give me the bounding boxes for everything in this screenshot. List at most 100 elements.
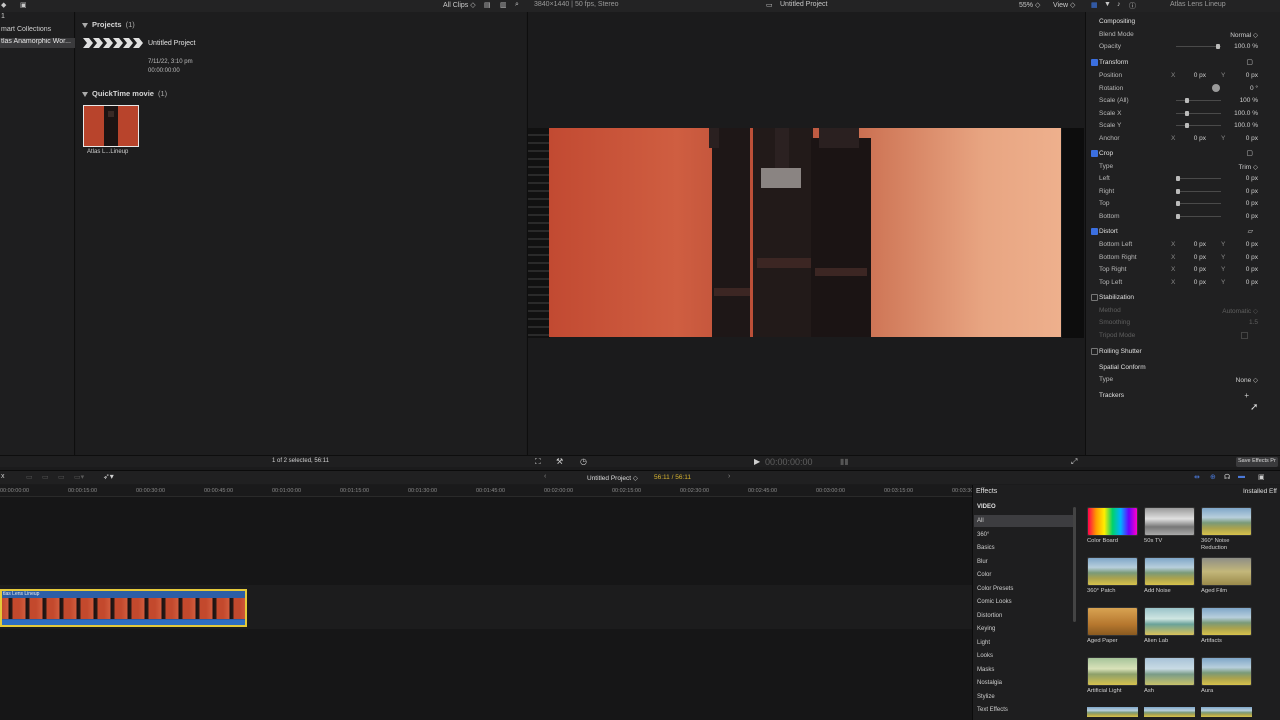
clips-filter-menu[interactable]: All Clips ◇ bbox=[443, 1, 476, 9]
transform-tool-icon[interactable]: ⚒ bbox=[556, 457, 563, 466]
spatial-conform-header[interactable]: Spatial Conform bbox=[1099, 364, 1146, 371]
scale-all-slider[interactable] bbox=[1176, 98, 1221, 103]
effect-thumbnail-partial[interactable] bbox=[1087, 707, 1138, 717]
disclosure-triangle-icon[interactable] bbox=[82, 22, 88, 28]
effects-category-item[interactable]: Basics bbox=[974, 542, 1074, 554]
crop-right-value[interactable]: 0 px bbox=[1246, 188, 1258, 195]
color-inspector-icon[interactable]: ▼ bbox=[1104, 1, 1111, 8]
effect-thumbnail[interactable] bbox=[1087, 657, 1138, 686]
clip-thumbnail[interactable] bbox=[83, 105, 139, 147]
smoothing-value[interactable]: 1.5 bbox=[1249, 319, 1258, 326]
effects-category-item[interactable]: Distortion bbox=[974, 610, 1074, 622]
effects-scrollbar[interactable] bbox=[1073, 507, 1076, 622]
select-tool-icon[interactable]: ➶▾ bbox=[103, 472, 114, 481]
effect-item[interactable]: Aged Film bbox=[1201, 557, 1256, 595]
bottom-right-y[interactable]: 0 px bbox=[1246, 254, 1258, 261]
stabilization-header[interactable]: Stabilization bbox=[1099, 294, 1134, 301]
effect-item[interactable]: Color Board bbox=[1087, 507, 1142, 545]
timeline-index-button[interactable]: x bbox=[1, 473, 5, 480]
effect-thumbnail[interactable] bbox=[1144, 557, 1195, 586]
effect-item[interactable]: Artifacts bbox=[1201, 607, 1256, 645]
effects-category-item[interactable]: Keying bbox=[974, 623, 1074, 635]
overwrite-icon[interactable]: ▭▾ bbox=[74, 473, 84, 481]
crop-bottom-value[interactable]: 0 px bbox=[1246, 213, 1258, 220]
effect-thumbnail[interactable] bbox=[1087, 557, 1138, 586]
project-name[interactable]: Untitled Project bbox=[148, 40, 195, 47]
timeline-clip[interactable]: tlas Lens Lineup bbox=[0, 589, 247, 627]
distort-header[interactable]: Distort bbox=[1099, 228, 1118, 235]
crop-header[interactable]: Crop bbox=[1099, 150, 1113, 157]
disclosure-triangle-icon[interactable] bbox=[82, 91, 88, 97]
effect-thumbnail-partial[interactable] bbox=[1144, 707, 1195, 717]
back-arrow-icon[interactable]: ‹ bbox=[544, 473, 546, 480]
distort-onscreen-icon[interactable]: ▱ bbox=[1248, 227, 1253, 235]
effect-item[interactable]: Ash bbox=[1144, 657, 1199, 695]
effects-category-item[interactable]: All bbox=[974, 515, 1074, 527]
opacity-value[interactable]: 100.0 % bbox=[1234, 43, 1258, 50]
effect-thumbnail[interactable] bbox=[1144, 507, 1195, 536]
effects-category-item[interactable]: Blur bbox=[974, 556, 1074, 568]
app-icon[interactable]: ◆ bbox=[1, 1, 6, 9]
effect-item[interactable]: 360° Noise Reduction bbox=[1201, 507, 1256, 552]
rolling-shutter-checkbox[interactable] bbox=[1091, 348, 1098, 355]
effects-category-item[interactable]: Looks bbox=[974, 650, 1074, 662]
scale-y-slider[interactable] bbox=[1176, 123, 1221, 128]
anchor-y-value[interactable]: 0 px bbox=[1246, 135, 1258, 142]
effect-thumbnail[interactable] bbox=[1144, 607, 1195, 636]
crop-top-slider[interactable] bbox=[1176, 201, 1221, 206]
play-button[interactable]: ▶ bbox=[754, 457, 760, 466]
effect-item[interactable]: Alien Lab bbox=[1144, 607, 1199, 645]
save-effects-preset-button[interactable]: Save Effects Pr bbox=[1236, 457, 1278, 467]
crop-left-value[interactable]: 0 px bbox=[1246, 175, 1258, 182]
library-item[interactable]: 1 bbox=[0, 13, 75, 23]
effect-thumbnail[interactable] bbox=[1201, 557, 1252, 586]
scale-x-value[interactable]: 100.0 % bbox=[1234, 110, 1258, 117]
crop-checkbox[interactable] bbox=[1091, 150, 1098, 157]
clip-appearance-icon[interactable]: ▤ bbox=[484, 1, 491, 9]
compositing-header[interactable]: Compositing bbox=[1099, 18, 1135, 25]
library-icon[interactable]: ▣ bbox=[20, 1, 27, 9]
top-right-x[interactable]: 0 px bbox=[1194, 266, 1206, 273]
effect-thumbnail[interactable] bbox=[1144, 657, 1195, 686]
search-icon[interactable]: ⌕ bbox=[515, 1, 519, 9]
effects-category-item[interactable]: Stylize bbox=[974, 691, 1074, 703]
opacity-slider[interactable] bbox=[1176, 44, 1221, 49]
anchor-x-value[interactable]: 0 px bbox=[1194, 135, 1206, 142]
rotation-value[interactable]: 0 ° bbox=[1250, 85, 1258, 92]
headphones-icon[interactable]: ☊ bbox=[1224, 473, 1230, 481]
bottom-left-x[interactable]: 0 px bbox=[1194, 241, 1206, 248]
transform-onscreen-icon[interactable]: ▢ bbox=[1246, 58, 1253, 66]
project-thumbnail[interactable] bbox=[83, 38, 143, 48]
effect-item[interactable]: Artificial Light bbox=[1087, 657, 1142, 695]
timeline-project-menu[interactable]: Untitled Project ◇ bbox=[587, 474, 638, 482]
skimming-icon[interactable]: ⊕ bbox=[1210, 473, 1216, 481]
effect-thumbnail-partial[interactable] bbox=[1201, 707, 1252, 717]
clip-skimming-icon[interactable]: ⇹ bbox=[1194, 473, 1200, 481]
effects-category-item[interactable]: Light bbox=[974, 637, 1074, 649]
method-select[interactable]: Automatic ◇ bbox=[1222, 307, 1258, 315]
info-icon[interactable]: ⓘ bbox=[1129, 1, 1136, 11]
transform-header[interactable]: Transform bbox=[1099, 59, 1128, 66]
effect-thumbnail[interactable] bbox=[1201, 507, 1252, 536]
spatial-type-select[interactable]: None ◇ bbox=[1236, 376, 1258, 384]
library-item-smart-collections[interactable]: mart Collections bbox=[0, 26, 75, 36]
rolling-shutter-header[interactable]: Rolling Shutter bbox=[1099, 348, 1142, 355]
stabilization-checkbox[interactable] bbox=[1091, 294, 1098, 301]
add-tracker-icon[interactable]: + bbox=[1244, 391, 1249, 400]
effect-thumbnail[interactable] bbox=[1201, 657, 1252, 686]
crop-right-slider[interactable] bbox=[1176, 189, 1221, 194]
bottom-left-y[interactable]: 0 px bbox=[1246, 241, 1258, 248]
effect-item[interactable]: Aged Paper bbox=[1087, 607, 1142, 645]
effects-browser-icon[interactable]: ▣ bbox=[1258, 473, 1265, 481]
crop-top-value[interactable]: 0 px bbox=[1246, 200, 1258, 207]
blend-mode-select[interactable]: Normal ◇ bbox=[1230, 31, 1258, 39]
effect-item[interactable]: Aura bbox=[1201, 657, 1256, 695]
view-options-icon[interactable]: ⛶ bbox=[535, 457, 541, 467]
crop-left-slider[interactable] bbox=[1176, 176, 1221, 181]
forward-arrow-icon[interactable]: › bbox=[728, 473, 730, 480]
viewer-timecode[interactable]: 00:00:00:00 bbox=[765, 457, 813, 467]
insert-icon[interactable]: ▭ bbox=[42, 473, 49, 481]
effect-item[interactable]: Add Noise bbox=[1144, 557, 1199, 595]
view-menu[interactable]: View ◇ bbox=[1053, 1, 1075, 9]
crop-type-select[interactable]: Trim ◇ bbox=[1238, 163, 1258, 171]
